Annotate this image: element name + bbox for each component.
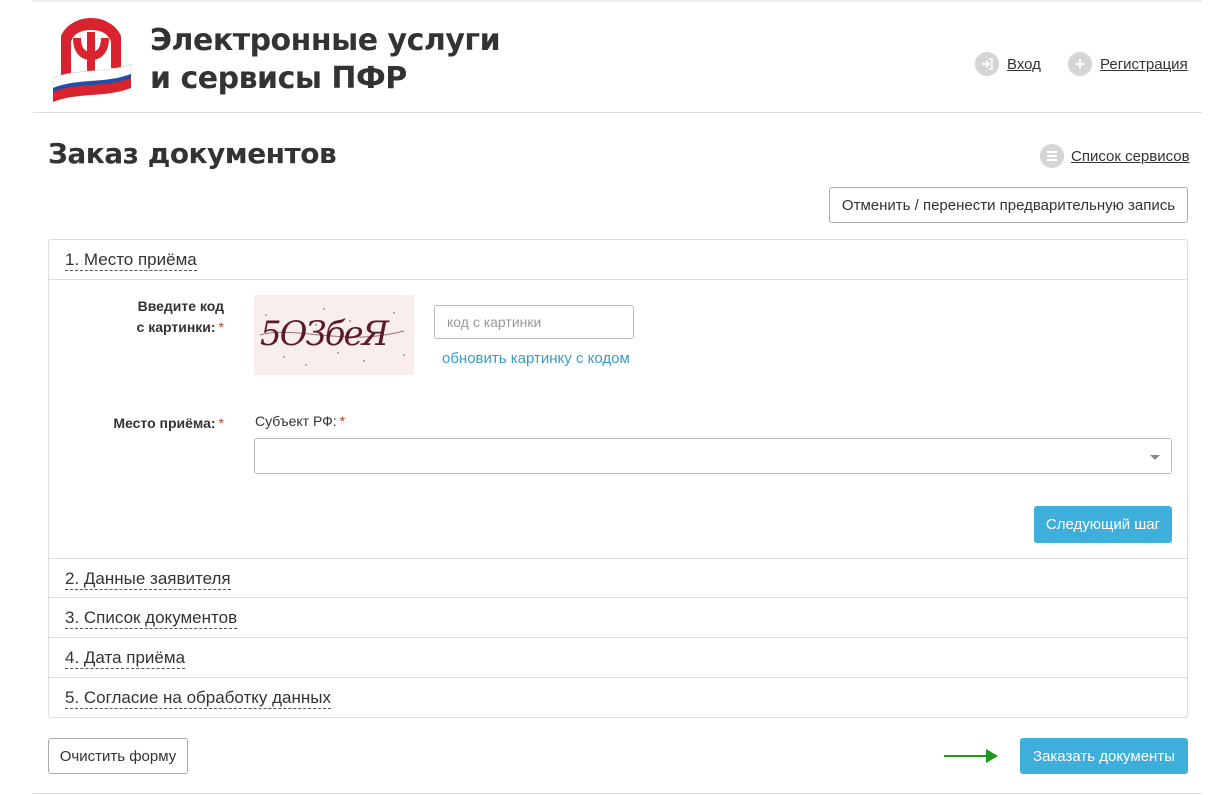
services-list-label[interactable]: Список сервисов <box>1071 148 1190 165</box>
clear-form-button[interactable]: Очистить форму <box>48 738 188 774</box>
captcha-input[interactable] <box>434 305 634 339</box>
section-place-title[interactable]: 1. Место приёма <box>65 250 197 271</box>
refresh-captcha-link[interactable]: обновить картинку с кодом <box>442 350 630 367</box>
section-place[interactable]: 1. Место приёма <box>49 240 1187 280</box>
site-title-line2: и сервисы ПФР <box>150 61 407 96</box>
section-date[interactable]: 4. Дата приёма <box>49 638 1187 678</box>
subject-select[interactable] <box>254 438 1172 474</box>
captcha-text: 5ОЗбеЯ <box>260 314 390 354</box>
captcha-label-line1: Введите код <box>137 298 224 314</box>
section-applicant[interactable]: 2. Данные заявителя <box>49 558 1187 598</box>
captcha-label-line2: с картинки: <box>136 319 216 335</box>
site-header: Электронные услуги и сервисы ПФР Вход + … <box>33 2 1202 113</box>
chevron-down-icon <box>1150 455 1160 460</box>
place-label: Место приёма: * <box>100 413 224 434</box>
section-date-title[interactable]: 4. Дата приёма <box>65 648 186 669</box>
required-mark: * <box>339 413 346 429</box>
site-title-line1: Электронные услуги <box>150 23 501 58</box>
login-label[interactable]: Вход <box>1007 56 1041 73</box>
arrow-right-icon <box>944 749 998 763</box>
login-icon <box>975 52 999 76</box>
register-link[interactable]: + Регистрация <box>1068 52 1188 76</box>
services-list-link[interactable]: Список сервисов <box>1040 144 1190 168</box>
captcha-label: Введите код с картинки: * <box>120 296 224 338</box>
bottom-divider <box>33 793 1202 794</box>
register-label[interactable]: Регистрация <box>1100 56 1188 73</box>
captcha-image: 5ОЗбеЯ <box>254 295 414 375</box>
section-documents[interactable]: 3. Список документов <box>49 598 1187 638</box>
section-documents-title[interactable]: 3. Список документов <box>65 608 238 629</box>
page-title: Заказ документов <box>48 137 337 170</box>
section-consent[interactable]: 5. Согласие на обработку данных <box>49 678 1187 718</box>
plus-icon: + <box>1068 52 1092 76</box>
required-mark: * <box>218 319 224 335</box>
required-mark: * <box>218 415 224 431</box>
cancel-appointment-button[interactable]: Отменить / перенести предварительную зап… <box>829 187 1188 223</box>
pfr-logo-icon <box>52 18 132 102</box>
subject-label-text: Субъект РФ: <box>255 413 337 429</box>
order-documents-button[interactable]: Заказать документы <box>1020 738 1188 774</box>
section-applicant-title[interactable]: 2. Данные заявителя <box>65 569 231 590</box>
next-step-button[interactable]: Следующий шаг <box>1034 506 1172 543</box>
place-label-text: Место приёма: <box>113 415 216 431</box>
section-consent-title[interactable]: 5. Согласие на обработку данных <box>65 688 331 709</box>
list-icon <box>1040 144 1064 168</box>
site-title: Электронные услуги и сервисы ПФР <box>150 22 501 98</box>
login-link[interactable]: Вход <box>975 52 1041 76</box>
subject-label: Субъект РФ: * <box>255 413 345 429</box>
